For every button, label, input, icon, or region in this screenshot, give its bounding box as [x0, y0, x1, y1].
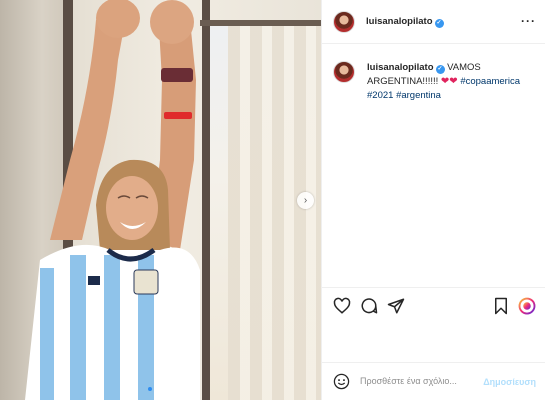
username-link[interactable]: luisanalopilato ✓ — [366, 16, 444, 28]
reels-share-icon[interactable] — [518, 297, 536, 315]
action-bar — [322, 287, 545, 321]
ellipsis-icon: ··· — [521, 14, 536, 28]
bookmark-icon[interactable] — [492, 297, 510, 315]
chevron-right-icon: › — [303, 195, 308, 206]
caption-username[interactable]: luisanalopilato — [367, 62, 434, 73]
send-icon[interactable] — [387, 297, 405, 315]
heart-emoji: ❤❤ — [440, 76, 458, 87]
caption-avatar[interactable] — [333, 61, 355, 83]
smiley-icon[interactable] — [333, 373, 350, 390]
comment-icon[interactable] — [360, 297, 378, 315]
more-options-button[interactable]: ··· — [521, 14, 536, 28]
carousel-next-button[interactable]: › — [297, 192, 314, 209]
username-text: luisanalopilato — [366, 16, 433, 27]
carousel-dot — [148, 387, 152, 391]
verified-badge-icon: ✓ — [435, 65, 445, 74]
verified-badge-icon: ✓ — [434, 19, 444, 28]
post-photo[interactable]: › — [0, 0, 321, 400]
comment-bar: Δημοσίευση — [322, 362, 545, 400]
heart-icon[interactable] — [333, 297, 351, 315]
post-caption: luisanalopilato ✓ VAMOS ARGENTINA!!!!!! ❤… — [367, 61, 539, 103]
post-comment-button[interactable]: Δημοσίευση — [483, 377, 536, 387]
avatar[interactable] — [333, 11, 355, 33]
carousel-dot — [155, 387, 159, 391]
comment-input[interactable] — [360, 376, 470, 386]
hashtag-link[interactable]: #2021 — [367, 90, 393, 101]
person-illustration — [25, 0, 200, 400]
post-side-panel: luisanalopilato ✓ ··· luisanalopilato ✓ VA… — [321, 0, 545, 400]
hashtag-link[interactable]: #argentina — [396, 90, 441, 101]
carousel-dots — [148, 387, 159, 391]
post-header: luisanalopilato ✓ ··· — [322, 0, 545, 44]
hashtag-link[interactable]: #copaamerica — [460, 76, 520, 87]
